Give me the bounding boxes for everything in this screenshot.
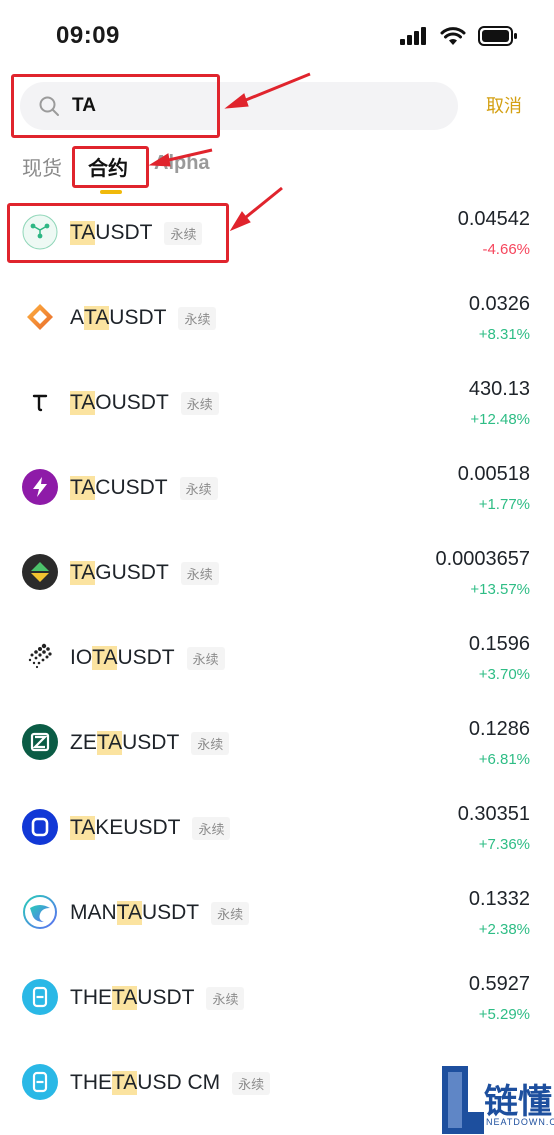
iota-logo-icon (28, 643, 52, 669)
match-highlight: TA (70, 476, 96, 500)
symbol-name: THE TA USDT 永续 (70, 986, 245, 1010)
price-change: +1.77% (478, 496, 530, 513)
price-change: +3.70% (478, 666, 530, 683)
price-change: +13.57% (470, 581, 530, 598)
list-item[interactable]: ZE TA USDT 永续 0.1286 +6.81% (0, 700, 554, 785)
match-highlight: TA (96, 731, 123, 755)
list-item[interactable]: TA GUSDT 永续 0.0003657 +13.57% (0, 530, 554, 615)
perpetual-tag: 永续 (211, 901, 250, 925)
theta-logo-icon (22, 1064, 58, 1100)
annotation-arrows (148, 72, 311, 232)
list-item[interactable]: TA CUSDT 永续 0.00518 +1.77% (0, 445, 554, 530)
last-price: 0.30351 (457, 803, 530, 825)
symbol-name: THE TA USD CM 永续 (70, 1071, 271, 1095)
manta-logo-icon (23, 895, 57, 929)
symbol-name: A TA USDT 永续 (70, 306, 217, 330)
match-highlight: TA (112, 1071, 138, 1095)
list-item[interactable]: TA OUSDT 永续 430.13 +12.48% (0, 360, 554, 445)
symbol-name: ZE TA USDT 永续 (70, 731, 230, 755)
symbol-name: TA GUSDT 永续 (70, 561, 219, 585)
price-change: +12.48% (470, 411, 530, 428)
last-price: 0.1596 (468, 633, 530, 655)
symbol-name: TA CUSDT 永续 (70, 476, 218, 500)
tag-logo-icon (22, 554, 58, 590)
perpetual-tag: 永续 (232, 1071, 271, 1095)
theta-logo-icon (22, 979, 58, 1015)
take-logo-icon (22, 809, 58, 845)
last-price: 0.0003657 (435, 548, 530, 570)
match-highlight: TA (92, 646, 118, 670)
perpetual-tag: 永续 (178, 306, 217, 330)
perpetual-tag: 永续 (186, 646, 225, 670)
perpetual-tag: 永续 (179, 476, 218, 500)
list-item[interactable]: TA KEUSDT 永续 0.30351 +7.36% (0, 785, 554, 870)
symbol-name: TA KEUSDT 永续 (70, 816, 231, 840)
list-item[interactable]: THE TA USDT 永续 0.5927 +5.29% (0, 955, 554, 1040)
price-change: +2.38% (478, 921, 530, 938)
match-highlight: TA (70, 816, 96, 840)
match-highlight: TA (70, 561, 96, 585)
match-highlight: TA (112, 986, 138, 1010)
last-price: 0.1286 (468, 718, 530, 740)
perpetual-tag: 永续 (180, 391, 219, 415)
perpetual-tag: 永续 (180, 561, 219, 585)
watermark-subtext: NEATDOWN.COM (486, 1117, 554, 1127)
symbol-name: MAN TA USDT 永续 (70, 901, 250, 925)
match-highlight: TA (116, 901, 142, 925)
perpetual-tag: 永续 (206, 986, 245, 1010)
symbol-name: IO TA USDT 永续 (70, 646, 225, 670)
price-change: +7.36% (478, 836, 530, 853)
price-change: +5.29% (478, 1006, 530, 1023)
perpetual-tag: 永续 (192, 816, 231, 840)
watermark-text: 链懂 (484, 1082, 552, 1122)
price-change: +6.81% (478, 751, 530, 768)
symbol-name: TA OUSDT 永续 (70, 391, 219, 415)
match-highlight: TA (70, 391, 96, 415)
tac-logo-icon (22, 469, 58, 505)
ata-logo-icon (27, 304, 53, 330)
list-item[interactable]: MAN TA USDT 永续 0.1332 +2.38% (0, 870, 554, 955)
price-change: +8.31% (478, 326, 530, 343)
last-price: 430.13 (468, 378, 530, 400)
zeta-logo-icon (22, 724, 58, 760)
list-item[interactable]: IO TA USDT 永续 0.1596 +3.70% (0, 615, 554, 700)
last-price: 0.1332 (468, 888, 530, 910)
last-price: 0.00518 (457, 463, 530, 485)
perpetual-tag: 永续 (191, 731, 230, 755)
last-price: 0.5927 (468, 973, 530, 995)
match-highlight: TA (84, 306, 110, 330)
tao-logo-icon (32, 394, 48, 412)
